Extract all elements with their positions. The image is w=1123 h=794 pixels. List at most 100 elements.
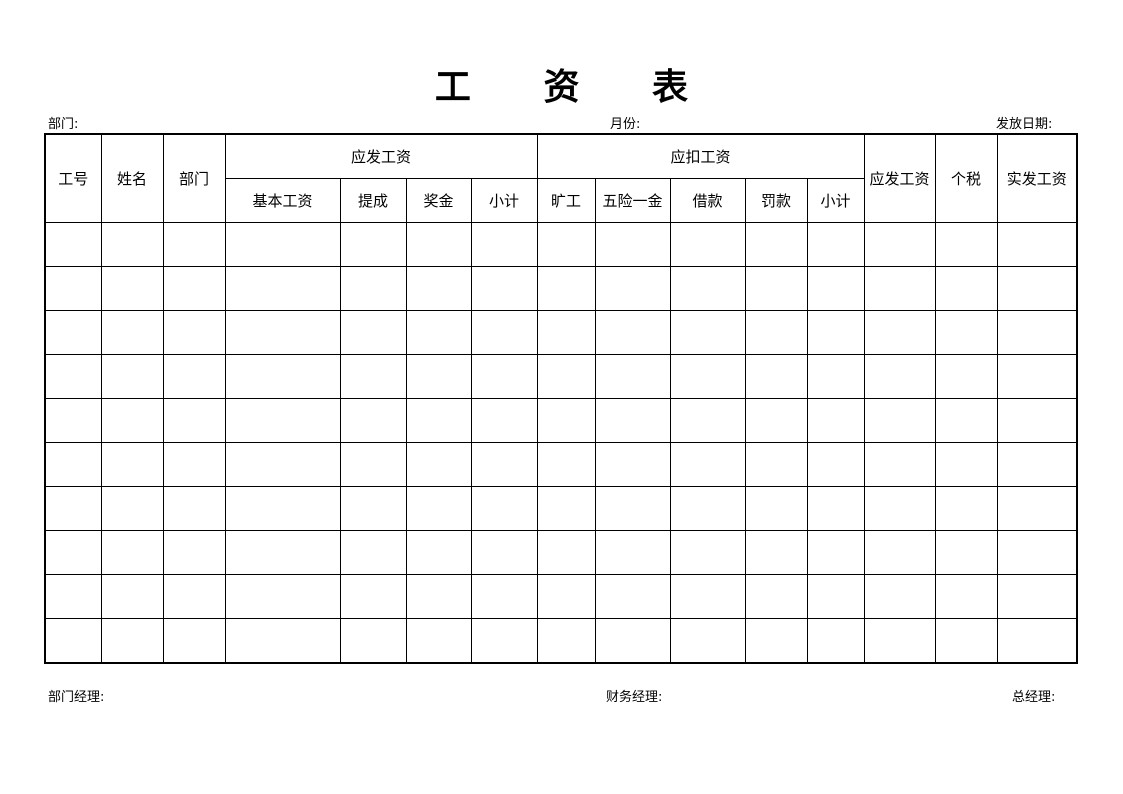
table-cell[interactable] bbox=[934, 530, 998, 575]
table-cell[interactable] bbox=[44, 266, 102, 311]
table-cell[interactable] bbox=[405, 618, 472, 664]
table-cell[interactable] bbox=[669, 618, 746, 664]
table-cell[interactable] bbox=[224, 530, 341, 575]
table-cell[interactable] bbox=[863, 354, 936, 399]
table-cell[interactable] bbox=[470, 310, 538, 355]
table-cell[interactable] bbox=[934, 354, 998, 399]
table-cell[interactable] bbox=[669, 574, 746, 619]
table-cell[interactable] bbox=[744, 310, 808, 355]
table-cell[interactable] bbox=[405, 398, 472, 443]
table-cell[interactable] bbox=[996, 530, 1078, 575]
table-cell[interactable] bbox=[339, 354, 407, 399]
table-cell[interactable] bbox=[162, 354, 226, 399]
table-cell[interactable] bbox=[44, 530, 102, 575]
table-cell[interactable] bbox=[224, 574, 341, 619]
table-cell[interactable] bbox=[44, 310, 102, 355]
table-cell[interactable] bbox=[470, 222, 538, 267]
table-cell[interactable] bbox=[934, 266, 998, 311]
table-cell[interactable] bbox=[470, 530, 538, 575]
table-cell[interactable] bbox=[405, 266, 472, 311]
table-cell[interactable] bbox=[470, 266, 538, 311]
table-cell[interactable] bbox=[934, 618, 998, 664]
table-cell[interactable] bbox=[744, 266, 808, 311]
table-cell[interactable] bbox=[536, 222, 596, 267]
table-cell[interactable] bbox=[536, 266, 596, 311]
table-cell[interactable] bbox=[863, 398, 936, 443]
table-cell[interactable] bbox=[405, 530, 472, 575]
table-cell[interactable] bbox=[744, 398, 808, 443]
table-cell[interactable] bbox=[863, 618, 936, 664]
table-cell[interactable] bbox=[536, 574, 596, 619]
table-cell[interactable] bbox=[339, 618, 407, 664]
table-cell[interactable] bbox=[806, 574, 865, 619]
table-cell[interactable] bbox=[339, 530, 407, 575]
table-cell[interactable] bbox=[224, 310, 341, 355]
table-cell[interactable] bbox=[224, 354, 341, 399]
table-cell[interactable] bbox=[996, 442, 1078, 487]
table-cell[interactable] bbox=[470, 486, 538, 531]
table-cell[interactable] bbox=[405, 442, 472, 487]
table-cell[interactable] bbox=[100, 222, 164, 267]
table-cell[interactable] bbox=[996, 398, 1078, 443]
table-cell[interactable] bbox=[224, 266, 341, 311]
table-cell[interactable] bbox=[405, 310, 472, 355]
table-cell[interactable] bbox=[162, 530, 226, 575]
table-cell[interactable] bbox=[806, 530, 865, 575]
table-cell[interactable] bbox=[669, 222, 746, 267]
table-cell[interactable] bbox=[669, 530, 746, 575]
table-cell[interactable] bbox=[806, 310, 865, 355]
table-cell[interactable] bbox=[44, 486, 102, 531]
table-cell[interactable] bbox=[669, 266, 746, 311]
table-cell[interactable] bbox=[669, 442, 746, 487]
table-cell[interactable] bbox=[594, 618, 671, 664]
table-cell[interactable] bbox=[470, 442, 538, 487]
table-cell[interactable] bbox=[100, 618, 164, 664]
table-cell[interactable] bbox=[224, 486, 341, 531]
table-cell[interactable] bbox=[863, 486, 936, 531]
table-cell[interactable] bbox=[934, 222, 998, 267]
table-cell[interactable] bbox=[339, 442, 407, 487]
table-cell[interactable] bbox=[44, 398, 102, 443]
table-cell[interactable] bbox=[934, 310, 998, 355]
table-cell[interactable] bbox=[224, 398, 341, 443]
table-cell[interactable] bbox=[100, 486, 164, 531]
table-cell[interactable] bbox=[996, 266, 1078, 311]
table-cell[interactable] bbox=[44, 222, 102, 267]
table-cell[interactable] bbox=[594, 442, 671, 487]
table-cell[interactable] bbox=[594, 266, 671, 311]
table-cell[interactable] bbox=[996, 618, 1078, 664]
table-cell[interactable] bbox=[536, 618, 596, 664]
table-cell[interactable] bbox=[224, 222, 341, 267]
table-cell[interactable] bbox=[100, 266, 164, 311]
table-cell[interactable] bbox=[594, 222, 671, 267]
table-cell[interactable] bbox=[744, 486, 808, 531]
table-cell[interactable] bbox=[806, 354, 865, 399]
table-cell[interactable] bbox=[669, 486, 746, 531]
table-cell[interactable] bbox=[44, 442, 102, 487]
table-cell[interactable] bbox=[594, 354, 671, 399]
table-cell[interactable] bbox=[996, 310, 1078, 355]
table-cell[interactable] bbox=[744, 222, 808, 267]
table-cell[interactable] bbox=[594, 398, 671, 443]
table-cell[interactable] bbox=[470, 354, 538, 399]
table-cell[interactable] bbox=[934, 442, 998, 487]
table-cell[interactable] bbox=[536, 530, 596, 575]
table-cell[interactable] bbox=[162, 618, 226, 664]
table-cell[interactable] bbox=[470, 574, 538, 619]
table-cell[interactable] bbox=[470, 618, 538, 664]
table-cell[interactable] bbox=[934, 398, 998, 443]
table-cell[interactable] bbox=[594, 574, 671, 619]
table-cell[interactable] bbox=[100, 398, 164, 443]
table-cell[interactable] bbox=[669, 398, 746, 443]
table-cell[interactable] bbox=[162, 486, 226, 531]
table-cell[interactable] bbox=[100, 442, 164, 487]
table-cell[interactable] bbox=[339, 398, 407, 443]
table-cell[interactable] bbox=[744, 530, 808, 575]
table-cell[interactable] bbox=[162, 398, 226, 443]
table-cell[interactable] bbox=[405, 574, 472, 619]
table-cell[interactable] bbox=[536, 442, 596, 487]
table-cell[interactable] bbox=[744, 442, 808, 487]
table-cell[interactable] bbox=[162, 222, 226, 267]
table-cell[interactable] bbox=[339, 222, 407, 267]
table-cell[interactable] bbox=[162, 574, 226, 619]
